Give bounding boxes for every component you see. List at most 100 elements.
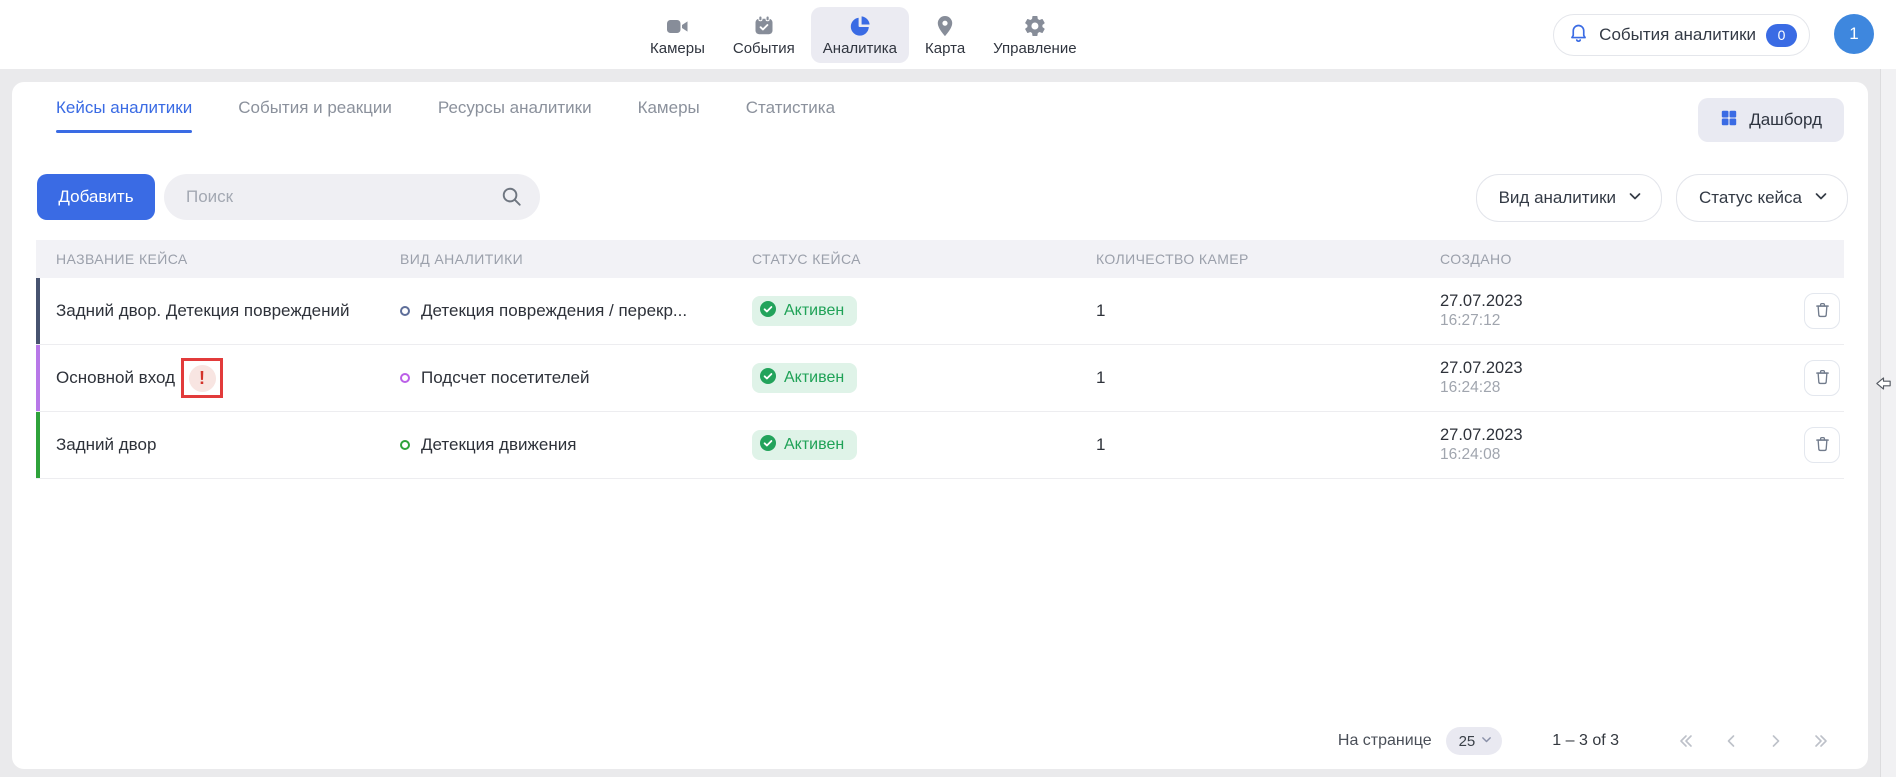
mouse-cursor-artifact: [1874, 374, 1893, 398]
tab-analytics-cases[interactable]: Кейсы аналитики: [56, 98, 192, 133]
per-page-label: На странице: [1338, 732, 1432, 750]
chevron-down-icon: [1813, 188, 1829, 209]
col-case-status: СТАТУС КЕЙСА: [752, 251, 1096, 267]
status-label: Активен: [784, 302, 844, 320]
delete-button[interactable]: [1804, 293, 1840, 329]
nav-label: Управление: [993, 40, 1076, 57]
tab-statistics[interactable]: Статистика: [746, 98, 835, 133]
events-count-badge: 0: [1766, 24, 1797, 47]
filters: Вид аналитики Статус кейса: [1476, 174, 1848, 222]
created-date: 27.07.2023: [1440, 425, 1752, 445]
case-name: Основной вход: [56, 368, 175, 388]
tabs: Кейсы аналитики События и реакции Ресурс…: [56, 98, 835, 133]
nav-item-analytics[interactable]: Аналитика: [811, 7, 909, 63]
per-page-select[interactable]: 25: [1446, 727, 1503, 755]
row-accent-bar: [36, 278, 40, 344]
col-camera-count: КОЛИЧЕСТВО КАМЕР: [1096, 251, 1440, 267]
status-badge: Активен: [752, 296, 857, 326]
col-created: СОЗДАНО: [1440, 251, 1752, 267]
status-label: Активен: [784, 369, 844, 387]
dashboard-grid-icon: [1720, 109, 1738, 132]
col-analytics-type: ВИД АНАЛИТИКИ: [400, 251, 752, 267]
search-input[interactable]: [164, 174, 540, 220]
analytics-page: Камеры События Аналитика Карта: [0, 0, 1896, 777]
exclamation-icon: !: [189, 365, 216, 392]
created-time: 16:24:28: [1440, 378, 1752, 398]
chevron-down-icon: [1627, 188, 1643, 209]
camera-icon: [665, 14, 690, 38]
avatar[interactable]: 1: [1834, 14, 1874, 54]
nav-label: События: [733, 40, 795, 57]
analytics-type-circle-icon: [400, 440, 410, 450]
map-pin-icon: [933, 14, 957, 38]
nav-label: Аналитика: [823, 40, 897, 57]
search-field: [164, 174, 540, 220]
table-row[interactable]: Основной вход ! Подсчет посетителей Акти…: [36, 345, 1844, 412]
pager-buttons: [1675, 731, 1832, 751]
analytics-type-label: Детекция повреждения / перекр...: [421, 301, 687, 321]
dashboard-button-label: Дашборд: [1749, 110, 1822, 130]
created-time: 16:24:08: [1440, 445, 1752, 465]
last-page-button[interactable]: [1811, 731, 1832, 751]
nav-item-management[interactable]: Управление: [981, 7, 1088, 63]
events-icon: [752, 14, 776, 38]
analytics-type-label: Подсчет посетителей: [421, 368, 589, 388]
table-row[interactable]: Задний двор. Детекция повреждений Детекц…: [36, 278, 1844, 345]
created-date: 27.07.2023: [1440, 291, 1752, 311]
filter-case-status[interactable]: Статус кейса: [1676, 174, 1848, 222]
analytics-type-circle-icon: [400, 306, 410, 316]
created-cell: 27.07.2023 16:24:28: [1440, 358, 1752, 398]
alert-highlight-box: !: [181, 358, 223, 398]
add-button[interactable]: Добавить: [37, 174, 155, 220]
case-name: Задний двор. Детекция повреждений: [56, 301, 349, 321]
analytics-type-circle-icon: [400, 373, 410, 383]
case-name: Задний двор: [56, 435, 156, 455]
nav-item-events[interactable]: События: [721, 7, 807, 63]
table-row[interactable]: Задний двор Детекция движения Активен 1 …: [36, 412, 1844, 479]
tab-analytics-resources[interactable]: Ресурсы аналитики: [438, 98, 592, 133]
row-accent-bar: [36, 345, 40, 411]
created-cell: 27.07.2023 16:27:12: [1440, 291, 1752, 331]
window-scrollbar[interactable]: [1880, 69, 1896, 777]
created-time: 16:27:12: [1440, 311, 1752, 331]
col-case-name: НАЗВАНИЕ КЕЙСА: [56, 251, 400, 267]
chevron-down-icon: [1480, 733, 1493, 750]
filter-label: Вид аналитики: [1499, 188, 1616, 208]
dashboard-button[interactable]: Дашборд: [1698, 98, 1844, 142]
tab-events-reactions[interactable]: События и реакции: [238, 98, 392, 133]
analytics-type-label: Детекция движения: [421, 435, 576, 455]
check-circle-icon: [759, 434, 777, 457]
content-card: Кейсы аналитики События и реакции Ресурс…: [12, 82, 1868, 769]
bell-icon: [1568, 22, 1589, 48]
trash-icon: [1813, 434, 1832, 456]
analytics-events-button[interactable]: События аналитики 0: [1553, 14, 1810, 56]
check-circle-icon: [759, 367, 777, 390]
camera-count: 1: [1096, 301, 1440, 321]
trash-icon: [1813, 367, 1832, 389]
per-page-value: 25: [1459, 733, 1476, 750]
main-nav: Камеры События Аналитика Карта: [638, 3, 1089, 66]
cases-table-body: Задний двор. Детекция повреждений Детекц…: [36, 278, 1844, 479]
created-cell: 27.07.2023 16:24:08: [1440, 425, 1752, 465]
topbar: Камеры События Аналитика Карта: [0, 0, 1896, 69]
table-header: НАЗВАНИЕ КЕЙСА ВИД АНАЛИТИКИ СТАТУС КЕЙС…: [36, 240, 1844, 278]
delete-button[interactable]: [1804, 427, 1840, 463]
nav-label: Камеры: [650, 40, 705, 57]
created-date: 27.07.2023: [1440, 358, 1752, 378]
camera-count: 1: [1096, 435, 1440, 455]
search-icon: [500, 185, 523, 213]
status-badge: Активен: [752, 363, 857, 393]
next-page-button[interactable]: [1766, 731, 1786, 751]
range-text: 1 – 3 of 3: [1552, 732, 1619, 750]
nav-item-map[interactable]: Карта: [913, 7, 977, 63]
nav-item-cameras[interactable]: Камеры: [638, 7, 717, 63]
filter-analytics-type[interactable]: Вид аналитики: [1476, 174, 1662, 222]
delete-button[interactable]: [1804, 360, 1840, 396]
tab-cameras[interactable]: Камеры: [638, 98, 700, 133]
prev-page-button[interactable]: [1721, 731, 1741, 751]
first-page-button[interactable]: [1675, 731, 1696, 751]
analytics-pie-icon: [848, 14, 872, 38]
nav-label: Карта: [925, 40, 965, 57]
trash-icon: [1813, 300, 1832, 322]
camera-count: 1: [1096, 368, 1440, 388]
